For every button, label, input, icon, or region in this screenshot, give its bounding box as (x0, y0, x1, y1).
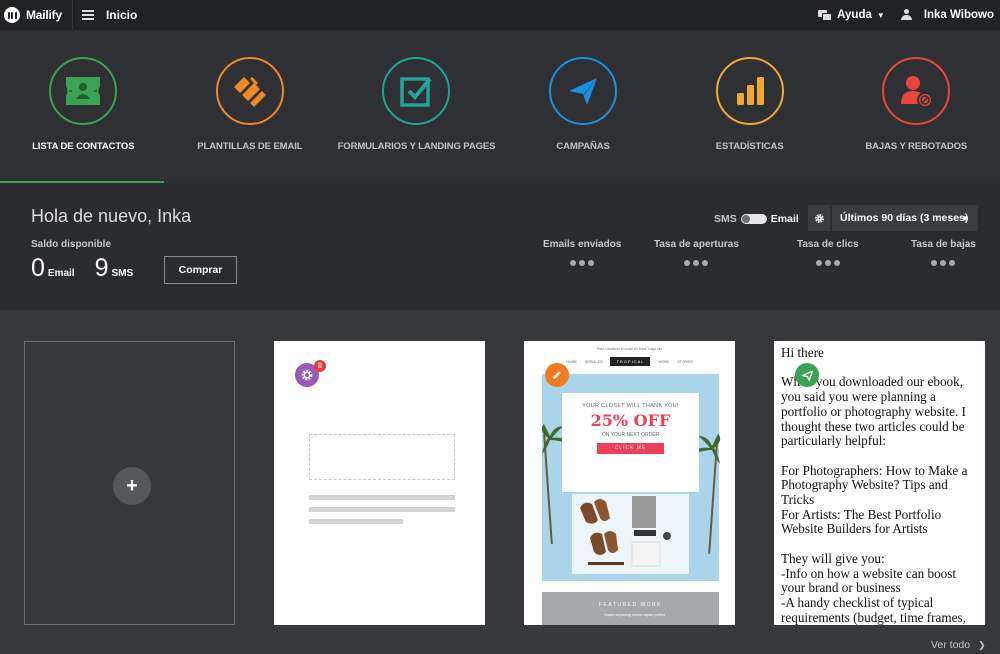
module-label: CAMPAÑAS (556, 141, 610, 152)
top-bar: Mailify Inicio Ayuda ▼ Inka Wibowo (0, 0, 1000, 30)
user-name: Inka Wibowo (923, 9, 994, 21)
view-all-label: Ver todo (931, 639, 971, 651)
mailify-logo-icon (4, 7, 20, 23)
channel-toggle[interactable] (740, 214, 767, 224)
campaign-card-draft[interactable]: ll (274, 341, 485, 625)
placeholder-text-line (309, 507, 455, 512)
home-link[interactable]: Inicio (106, 8, 137, 22)
channel-toggle-group: SMS Email (714, 213, 799, 225)
campaign-card-sent[interactable]: Hi there When you downloaded our ebook, … (774, 341, 985, 625)
loading-dots-icon (543, 260, 621, 266)
paper-plane-icon (795, 363, 819, 387)
date-range-value: Últimos 90 días (3 meses) (840, 212, 969, 224)
sms-balance-count: 9 (94, 254, 109, 282)
promo-offer-panel: YOUR CLOSET WILL THANK YOU! 25% OFF ON Y… (562, 393, 699, 492)
promo-nav: HOME SERVICES TROPICAL WORK STORIES (542, 357, 717, 366)
outfit-photo-image (572, 494, 689, 574)
hamburger-menu-icon[interactable] (81, 10, 94, 20)
toggle-email-label: Email (770, 213, 799, 225)
help-menu[interactable]: Ayuda ▼ (818, 9, 885, 21)
email-balance-unit: Email (47, 268, 75, 279)
promo-nav-item: STORIES (677, 359, 693, 364)
view-all-link[interactable]: Ver todo ❯ (931, 639, 986, 651)
module-label: FORMULARIOS Y LANDING PAGES (337, 141, 496, 152)
pause-icon: ll (314, 360, 326, 372)
module-label: PLANTILLAS DE EMAIL (197, 141, 303, 152)
toggle-sms-label: SMS (714, 213, 737, 225)
sms-balance-unit: SMS (111, 268, 134, 279)
promo-top-note: Para visualizar el email en línea, haga … (596, 347, 663, 351)
promo-featured-subtitle: Haque adipiscing cursus sapien portitor (604, 613, 666, 617)
module-forms[interactable]: FORMULARIOS Y LANDING PAGES (333, 30, 500, 183)
stat-emails-sent: Emails enviados (543, 239, 621, 266)
loading-dots-icon (797, 260, 859, 266)
promo-nav-item: SERVICES (584, 359, 603, 364)
bar-stats-icon (715, 57, 784, 125)
chevron-down-icon: ▼ (961, 214, 969, 223)
stat-label: Tasa de aperturas (654, 239, 739, 250)
plus-icon: + (113, 467, 151, 505)
stat-label: Tasa de bajas (911, 239, 976, 250)
balance-values: 0 Email 9 SMS (31, 254, 153, 283)
module-contacts[interactable]: LISTA DE CONTACTOS (0, 30, 167, 183)
campaign-card-promo[interactable]: Para visualizar el email en línea, haga … (524, 341, 735, 625)
module-label: BAJAS Y REBOTADOS (865, 141, 968, 152)
promo-headline: 25% OFF (590, 411, 671, 430)
stat-unsubscribe-rate: Tasa de bajas (911, 239, 976, 266)
loading-dots-icon (911, 260, 976, 266)
module-label: ESTADÍSTICAS (715, 141, 784, 152)
paper-plane-icon (549, 57, 618, 125)
buy-button[interactable]: Comprar (164, 256, 237, 284)
templates-icon (215, 57, 284, 125)
user-blocked-icon (882, 57, 951, 125)
promo-nav-item: HOME (566, 359, 577, 364)
balance-label: Saldo disponible (31, 239, 112, 250)
stat-click-rate: Tasa de clics (797, 239, 859, 266)
module-templates[interactable]: PLANTILLAS DE EMAIL (167, 30, 334, 183)
module-label: LISTA DE CONTACTOS (32, 141, 135, 152)
loading-dots-icon (654, 260, 739, 266)
promo-cta: CLICK ME (597, 443, 664, 454)
promo-featured-section: FEATURED WORK Haque adipiscing cursus sa… (542, 592, 719, 625)
contacts-card-icon (49, 57, 118, 125)
stat-open-rate: Tasa de aperturas (654, 239, 739, 266)
greeting-heading: Hola de nuevo, Inka (31, 206, 192, 226)
date-range-select[interactable]: Últimos 90 días (3 meses) ▼ (832, 205, 978, 231)
settings-gear-icon[interactable] (808, 205, 830, 231)
module-statistics[interactable]: ESTADÍSTICAS (666, 30, 833, 183)
placeholder-text-line (309, 519, 403, 524)
promo-line: ON YOUR NEXT ORDER (601, 432, 660, 438)
email-balance-count: 0 (31, 254, 45, 282)
promo-line: YOUR CLOSET WILL THANK YOU! (582, 403, 679, 409)
module-campaigns[interactable]: CAMPAÑAS (500, 30, 667, 183)
email-preview-text: Hi there When you downloaded our ebook, … (781, 345, 968, 625)
module-unsubscribes[interactable]: BAJAS Y REBOTADOS (833, 30, 1000, 183)
user-menu[interactable]: Inka Wibowo (900, 9, 994, 21)
stat-label: Emails enviados (543, 239, 622, 250)
promo-hero-image: YOUR CLOSET WILL THANK YOU! 25% OFF ON Y… (542, 374, 721, 581)
pencil-icon (545, 363, 569, 387)
recent-campaigns: + ll Para visualizar el email en línea, … (0, 310, 1000, 654)
brand-logo[interactable]: Mailify (0, 0, 73, 30)
promo-nav-item: WORK (658, 359, 670, 364)
brand-name: Mailify (26, 8, 62, 22)
stat-label: Tasa de clics (797, 239, 859, 250)
placeholder-text-line (309, 495, 455, 500)
promo-brand: TROPICAL (610, 357, 651, 366)
module-nav: LISTA DE CONTACTOS PLANTILLAS DE EMAIL F… (0, 30, 1000, 183)
new-campaign-card[interactable]: + (24, 341, 235, 625)
user-icon (900, 9, 912, 21)
placeholder-image-block (309, 434, 455, 480)
chevron-right-icon: ❯ (978, 639, 986, 650)
chat-icon (818, 10, 833, 21)
chevron-down-icon: ▼ (876, 10, 885, 20)
form-check-icon (382, 57, 451, 125)
promo-featured-title: FEATURED WORK (598, 602, 663, 608)
overview-panel: Hola de nuevo, Inka Saldo disponible 0 E… (0, 183, 1000, 310)
help-label: Ayuda (837, 9, 872, 21)
